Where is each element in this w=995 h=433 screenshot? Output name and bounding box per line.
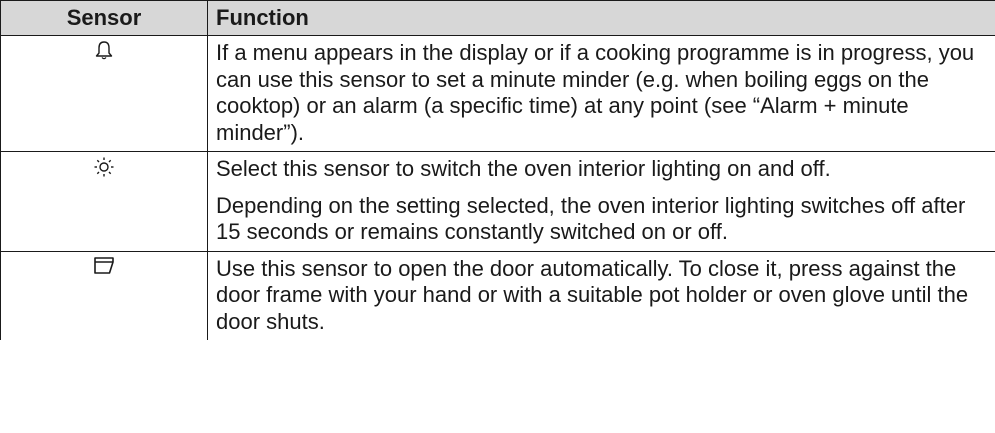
function-cell: Select this sensor to switch the oven in… [207, 151, 995, 251]
table-row: Select this sensor to switch the oven in… [0, 151, 995, 252]
sensor-column-header: Sensor [0, 0, 208, 36]
header-row: Sensor Function [0, 0, 995, 36]
sensor-function-table: Sensor Function If a menu appears in the… [0, 0, 995, 340]
function-text: Use this sensor to open the door automat… [216, 255, 969, 334]
bell-icon [95, 41, 113, 64]
sensor-cell [0, 250, 208, 340]
sensor-cell [0, 35, 208, 152]
table-row: If a menu appears in the display or if a… [0, 35, 995, 152]
function-text: If a menu appears in the display or if a… [216, 40, 975, 145]
sensor-cell [0, 151, 208, 252]
light-icon [93, 157, 115, 182]
function-column-header: Function [207, 0, 995, 36]
function-text: Depending on the setting selected, the o… [216, 192, 966, 245]
table-row: Use this sensor to open the door automat… [0, 250, 995, 340]
function-cell: If a menu appears in the display or if a… [207, 35, 995, 152]
function-text: Select this sensor to switch the oven in… [216, 156, 831, 181]
door-open-icon [93, 256, 115, 280]
function-cell: Use this sensor to open the door automat… [207, 250, 995, 340]
